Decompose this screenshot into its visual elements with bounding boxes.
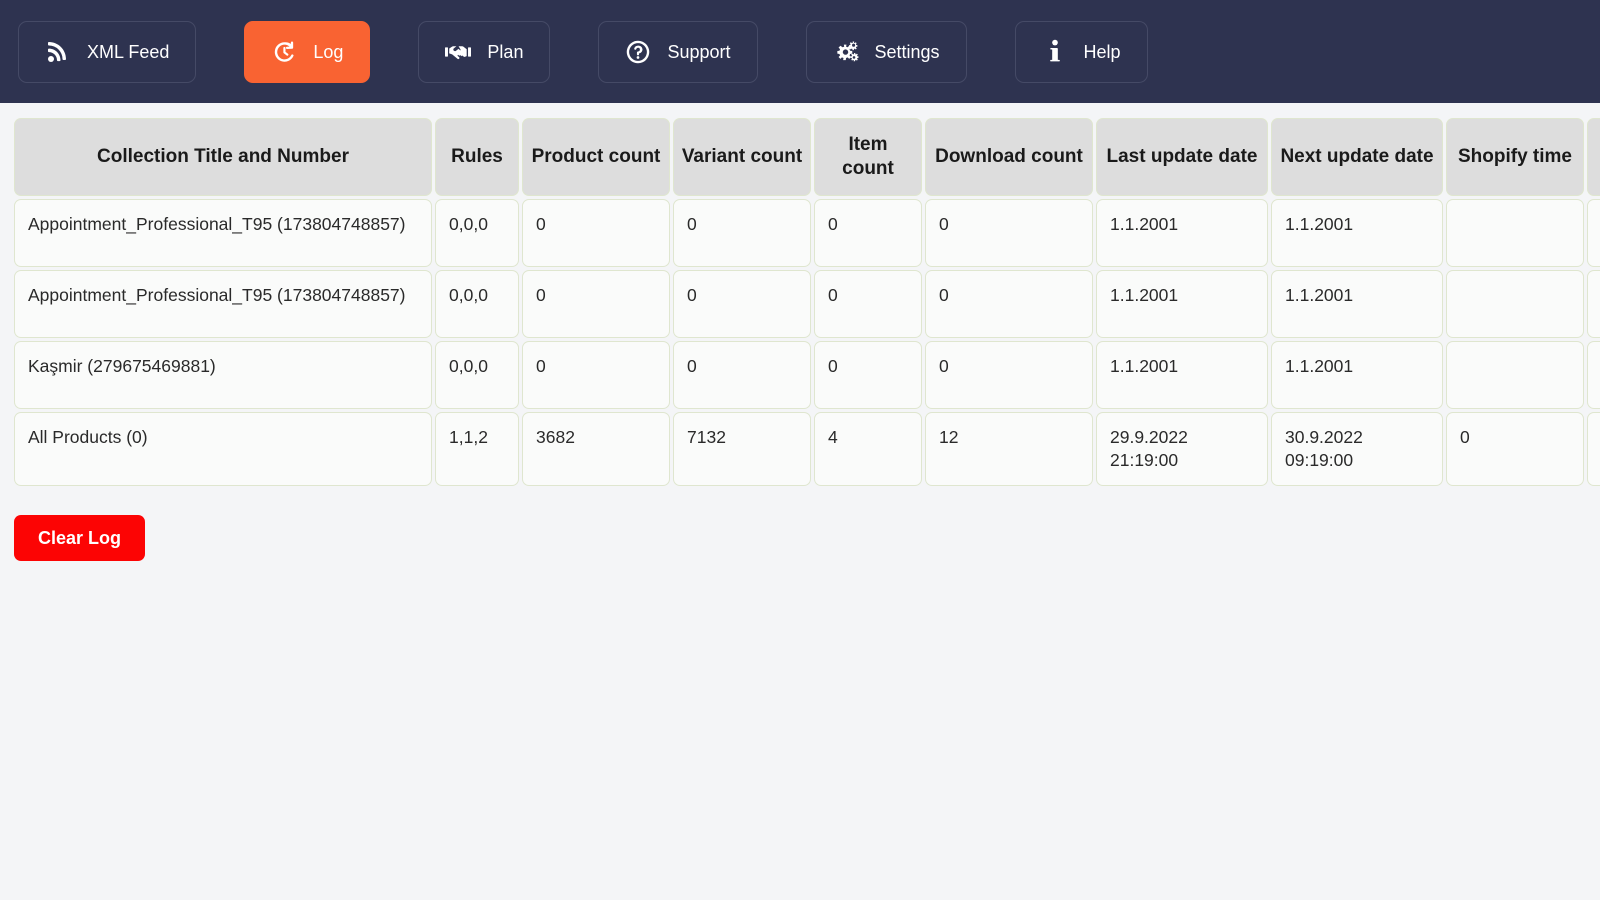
- cell-variant-count: 7132: [673, 411, 811, 486]
- cell-product-count: 0: [522, 269, 670, 338]
- table-header-row: Collection Title and Number Rules Produc…: [14, 118, 1600, 196]
- cell-item-count: 0: [814, 198, 922, 267]
- table-row[interactable]: Appointment_Professional_T95 (1738047488…: [14, 198, 1600, 267]
- cell-download-count: 12: [925, 411, 1093, 486]
- date-part: 1.1.2001: [1285, 213, 1354, 234]
- table-row[interactable]: Appointment_Professional_T95 (1738047488…: [14, 269, 1600, 338]
- nav-item-log[interactable]: Log: [244, 20, 371, 83]
- cell-shopify-time: [1446, 269, 1584, 338]
- nav-item-plan[interactable]: Plan: [418, 20, 551, 83]
- nav-item-label: Support: [667, 41, 731, 62]
- question-circle-icon: [625, 39, 651, 65]
- log-table: Collection Title and Number Rules Produc…: [11, 115, 1600, 489]
- nav-item-label: XML Feed: [87, 41, 170, 62]
- column-header-collection-title[interactable]: Collection Title and Number: [14, 118, 432, 196]
- date-part: 1.1.2001: [1110, 213, 1179, 234]
- cell-next-update-date: 1.1.2001: [1271, 198, 1443, 267]
- cell-rules: 0,0,0: [435, 340, 519, 409]
- cell-last-update-date: 29.9.2022 21:19:00: [1096, 411, 1268, 486]
- cell-last-update-date: 1.1.2001: [1096, 269, 1268, 338]
- nav-item-settings[interactable]: Settings: [805, 20, 967, 83]
- nav-item-label: Plan: [487, 41, 524, 62]
- time-part: 09:19:00: [1285, 449, 1354, 470]
- cell-extra: [1587, 411, 1600, 486]
- cell-rules: 0,0,0: [435, 198, 519, 267]
- history-icon: [271, 39, 297, 65]
- cell-item-count: 0: [814, 269, 922, 338]
- nav-item-label: Help: [1083, 41, 1121, 62]
- cell-product-count: 0: [522, 340, 670, 409]
- nav-item-support[interactable]: Support: [598, 20, 758, 83]
- column-header-variant-count[interactable]: Variant count: [673, 118, 811, 196]
- cell-product-count: 3682: [522, 411, 670, 486]
- column-header-product-count[interactable]: Product count: [522, 118, 670, 196]
- clear-log-button[interactable]: Clear Log: [14, 514, 146, 561]
- date-part: 1.1.2001: [1110, 284, 1179, 305]
- column-header-last-update-date[interactable]: Last update date: [1096, 118, 1268, 196]
- cell-collection-title: Appointment_Professional_T95 (1738047488…: [14, 269, 432, 338]
- cell-rules: 1,1,2: [435, 411, 519, 486]
- cell-shopify-time: 0: [1446, 411, 1584, 486]
- cell-variant-count: 0: [673, 198, 811, 267]
- cell-rules: 0,0,0: [435, 269, 519, 338]
- cell-last-update-date: 1.1.2001: [1096, 340, 1268, 409]
- cell-collection-title: Appointment_Professional_T95 (1738047488…: [14, 198, 432, 267]
- cell-item-count: 0: [814, 340, 922, 409]
- cell-variant-count: 0: [673, 269, 811, 338]
- nav-item-help[interactable]: Help: [1014, 20, 1148, 83]
- cell-next-update-date: 1.1.2001: [1271, 340, 1443, 409]
- table-row[interactable]: Kaşmir (279675469881) 0,0,0 0 0 0 0 1.1.…: [14, 340, 1600, 409]
- cell-extra: [1587, 340, 1600, 409]
- cogs-icon: [833, 39, 859, 65]
- date-part: 30.9.2022: [1285, 426, 1363, 447]
- column-header-extra[interactable]: [1587, 118, 1600, 196]
- date-part: 29.9.2022: [1110, 426, 1188, 447]
- main-navbar: XML Feed Log Plan Support Settings Help: [0, 0, 1600, 103]
- cell-collection-title: Kaşmir (279675469881): [14, 340, 432, 409]
- handshake-icon: [445, 39, 472, 65]
- cell-product-count: 0: [522, 198, 670, 267]
- date-part: 1.1.2001: [1110, 355, 1179, 376]
- cell-extra: [1587, 269, 1600, 338]
- cell-download-count: 0: [925, 340, 1093, 409]
- cell-shopify-time: [1446, 340, 1584, 409]
- cell-shopify-time: [1446, 198, 1584, 267]
- nav-item-xml-feed[interactable]: XML Feed: [18, 20, 197, 83]
- cell-variant-count: 0: [673, 340, 811, 409]
- column-header-download-count[interactable]: Download count: [925, 118, 1093, 196]
- cell-collection-title: All Products (0): [14, 411, 432, 486]
- cell-download-count: 0: [925, 198, 1093, 267]
- actions-bar: Clear Log: [0, 489, 1600, 561]
- cell-last-update-date: 1.1.2001: [1096, 198, 1268, 267]
- cell-next-update-date: 30.9.2022 09:19:00: [1271, 411, 1443, 486]
- column-header-next-update-date[interactable]: Next update date: [1271, 118, 1443, 196]
- time-part: 21:19:00: [1110, 449, 1179, 470]
- nav-item-label: Log: [313, 41, 344, 62]
- column-header-rules[interactable]: Rules: [435, 118, 519, 196]
- date-part: 1.1.2001: [1285, 284, 1354, 305]
- column-header-shopify-time[interactable]: Shopify time: [1446, 118, 1584, 196]
- nav-item-label: Settings: [874, 41, 940, 62]
- cell-download-count: 0: [925, 269, 1093, 338]
- cell-next-update-date: 1.1.2001: [1271, 269, 1443, 338]
- info-icon: [1042, 39, 1068, 65]
- log-table-container: Collection Title and Number Rules Produc…: [0, 103, 1600, 489]
- date-part: 1.1.2001: [1285, 355, 1354, 376]
- rss-icon: [45, 39, 71, 65]
- cell-item-count: 4: [814, 411, 922, 486]
- table-row[interactable]: All Products (0) 1,1,2 3682 7132 4 12 29…: [14, 411, 1600, 486]
- column-header-item-count[interactable]: Item count: [814, 118, 922, 196]
- cell-extra: [1587, 198, 1600, 267]
